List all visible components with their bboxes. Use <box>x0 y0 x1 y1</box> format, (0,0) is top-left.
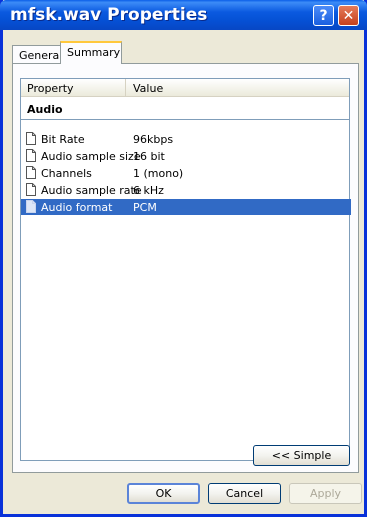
properties-dialog: mfsk.wav Properties ? ✕ General Summary … <box>0 0 367 517</box>
property-value: 16 bit <box>133 150 165 163</box>
property-value: PCM <box>133 201 157 214</box>
group-divider <box>21 119 349 120</box>
property-name: Bit Rate <box>41 133 85 146</box>
property-name: Audio sample rate <box>41 184 142 197</box>
apply-button[interactable]: Apply <box>289 483 362 504</box>
window-title: mfsk.wav Properties <box>10 5 208 25</box>
document-icon <box>26 132 36 145</box>
document-icon <box>26 183 36 196</box>
tab-general[interactable]: General <box>12 45 62 63</box>
simple-view-button[interactable]: << Simple <box>253 445 350 466</box>
column-header-value[interactable]: Value <box>126 79 163 97</box>
column-header-property[interactable]: Property <box>21 79 126 97</box>
list-item[interactable]: Bit Rate 96kbps <box>21 131 349 147</box>
property-value: 96kbps <box>133 133 174 146</box>
document-icon <box>26 149 36 162</box>
property-name: Audio sample size <box>41 150 141 163</box>
group-title-audio: Audio <box>27 103 63 116</box>
list-item-selected[interactable]: Audio format PCM <box>21 199 351 215</box>
list-item[interactable]: Audio sample size 16 bit <box>21 148 349 164</box>
property-name: Channels <box>41 167 92 180</box>
property-name: Audio format <box>41 201 113 214</box>
cancel-button[interactable]: Cancel <box>208 483 281 504</box>
list-header: Property Value <box>21 79 349 97</box>
document-icon <box>26 166 36 179</box>
ok-button[interactable]: OK <box>127 483 200 504</box>
dialog-client-area: General Summary Property Value Audio Bit… <box>3 30 364 514</box>
close-button[interactable]: ✕ <box>338 5 359 26</box>
tab-summary[interactable]: Summary <box>60 41 122 64</box>
property-value: 1 (mono) <box>133 167 184 180</box>
help-button[interactable]: ? <box>313 5 334 26</box>
property-value: 6 kHz <box>133 184 164 197</box>
property-list[interactable]: Property Value Audio Bit Rate 96kbps Aud… <box>20 78 351 461</box>
list-item[interactable]: Audio sample rate 6 kHz <box>21 182 349 198</box>
document-icon <box>26 200 36 213</box>
title-bar[interactable]: mfsk.wav Properties ? ✕ <box>0 0 367 30</box>
list-item[interactable]: Channels 1 (mono) <box>21 165 349 181</box>
